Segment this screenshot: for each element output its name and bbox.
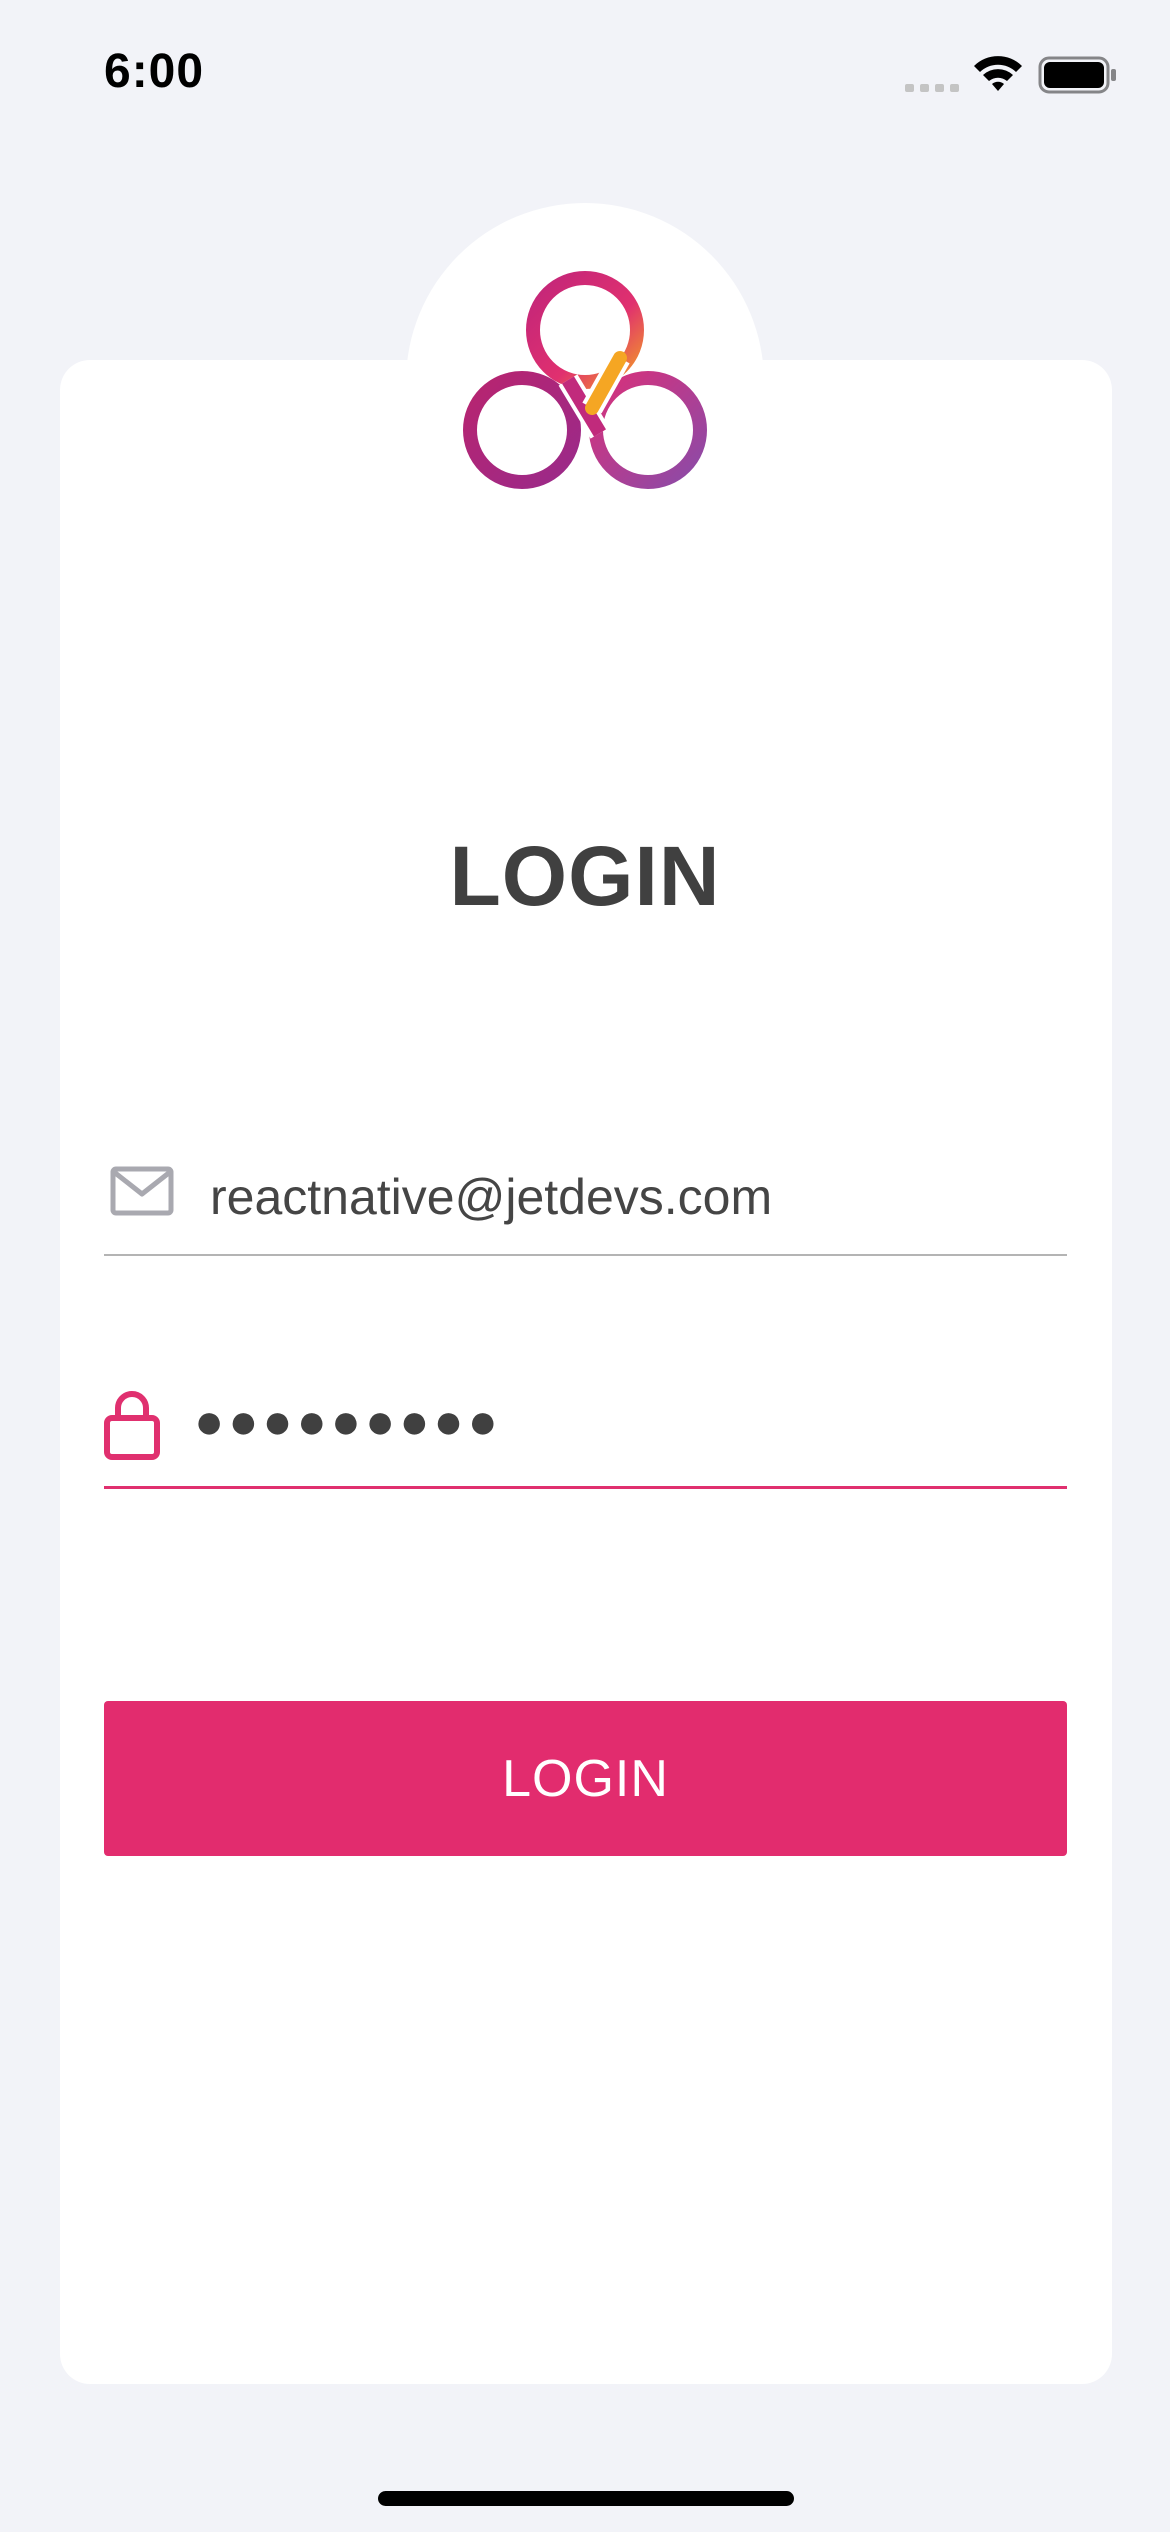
home-indicator[interactable]	[378, 2491, 794, 2506]
email-field[interactable]: reactnative@jetdevs.com	[104, 1160, 1067, 1256]
password-masked-value[interactable]: ●●●●●●●●●	[194, 1392, 502, 1450]
login-button[interactable]: LOGIN	[104, 1701, 1067, 1856]
email-value[interactable]: reactnative@jetdevs.com	[210, 1168, 772, 1226]
wifi-icon	[974, 56, 1022, 91]
battery-icon	[1038, 56, 1116, 94]
login-card	[60, 360, 1112, 2384]
page-title: LOGIN	[449, 829, 721, 923]
trefoil-logo-icon	[463, 271, 707, 489]
status-bar: 6:00	[0, 0, 1170, 140]
signal-icon	[905, 84, 959, 92]
lock-icon	[104, 1391, 160, 1460]
mail-icon	[110, 1166, 174, 1216]
password-field[interactable]: ●●●●●●●●●	[104, 1384, 1067, 1489]
status-time: 6:00	[104, 45, 205, 98]
login-screen: 6:00 LOGIN reactnative@jetdevs.com ●●●●●…	[0, 0, 1170, 2532]
